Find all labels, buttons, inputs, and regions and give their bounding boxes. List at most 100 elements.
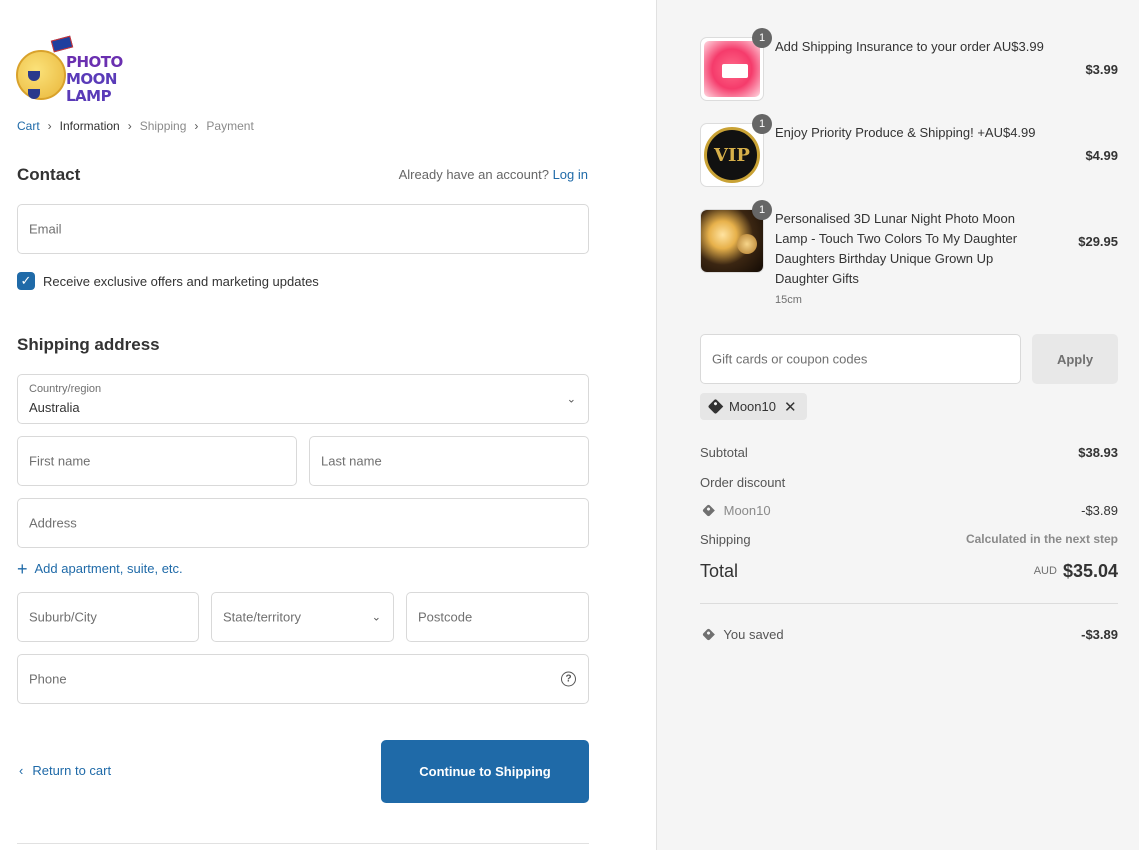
product-name: Personalised 3D Lunar Night Photo Moon L… [775, 211, 1018, 286]
coupon-placeholder: Gift cards or coupon codes [712, 351, 868, 367]
chevron-right-icon: › [47, 119, 52, 133]
product-price: $4.99 [1085, 148, 1118, 163]
logo-text: PHOTO MOON LAMP [66, 54, 156, 105]
email-field[interactable]: Email [17, 204, 589, 254]
applied-discount-chip: Moon10 ✕ [700, 393, 807, 420]
order-item: VIP 1 Enjoy Priority Produce & Shipping!… [700, 114, 1118, 187]
logo-line2: MOON LAMP [66, 70, 117, 105]
order-discount-row: Order discount [700, 475, 1118, 490]
quantity-badge: 1 [752, 114, 772, 134]
city-field[interactable]: Suburb/City [17, 592, 199, 642]
chevron-left-icon: ‹ [19, 763, 24, 778]
product-price: $3.99 [1085, 62, 1118, 77]
last-name-placeholder: Last name [321, 453, 382, 469]
contact-heading: Contact [17, 165, 81, 184]
shipping-row: Shipping Calculated in the next step [700, 532, 1118, 547]
account-prompt: Already have an account? Log in [399, 167, 588, 182]
marketing-label: Receive exclusive offers and marketing u… [43, 273, 319, 289]
total-row: Total AUD $35.04 [700, 561, 1118, 587]
total-value: $35.04 [1062, 561, 1118, 581]
address-field[interactable]: Address [17, 498, 589, 548]
product-price: $29.95 [1078, 234, 1118, 249]
tag-icon [702, 504, 715, 517]
chevron-right-icon: › [194, 119, 199, 133]
address-placeholder: Address [29, 515, 77, 531]
logo-line1: PHOTO [66, 53, 123, 71]
postcode-placeholder: Postcode [418, 609, 473, 625]
breadcrumb-information: Information [59, 119, 120, 133]
product-thumbnail: VIP 1 [700, 114, 772, 187]
postcode-field[interactable]: Postcode [406, 592, 589, 642]
order-item: 1 Personalised 3D Lunar Night Photo Moon… [700, 200, 1118, 309]
tag-icon [707, 398, 724, 415]
total-currency: AUD [1033, 565, 1057, 577]
shipping-value: Calculated in the next step [965, 532, 1118, 546]
product-name: Enjoy Priority Produce & Shipping! +AU$4… [775, 125, 1036, 140]
coupon-code-input[interactable]: Gift cards or coupon codes [700, 334, 1021, 384]
country-label: Country/region [29, 383, 102, 395]
return-to-cart-link[interactable]: ‹ Return to cart [19, 763, 111, 778]
moon-lamp-image [701, 210, 763, 272]
add-apartment-label: Add apartment, suite, etc. [34, 561, 183, 576]
product-name: Add Shipping Insurance to your order AU$… [775, 39, 1044, 54]
product-variant: 15cm [775, 294, 802, 306]
phone-field[interactable]: Phone ? [17, 654, 589, 704]
total-amount: AUD $35.04 [1034, 561, 1118, 582]
continue-to-shipping-button[interactable]: Continue to Shipping [381, 740, 589, 803]
breadcrumb-payment: Payment [206, 119, 254, 133]
quantity-badge: 1 [752, 28, 772, 48]
country-select[interactable]: Country/region Australia ⌄ [17, 374, 589, 424]
phone-placeholder: Phone [29, 671, 67, 687]
divider [700, 603, 1118, 604]
saved-value: -$3.89 [1081, 627, 1118, 642]
breadcrumb: Cart › Information › Shipping › Payment [17, 119, 254, 133]
discount-code-row: Moon10 -$3.89 [700, 503, 1118, 518]
quantity-badge: 1 [752, 200, 772, 220]
product-thumbnail: 1 [700, 200, 772, 273]
saved-label: You saved [723, 627, 784, 642]
country-value: Australia [29, 400, 80, 415]
state-placeholder: State/territory [223, 609, 302, 625]
email-placeholder: Email [29, 221, 62, 237]
first-name-placeholder: First name [29, 453, 91, 469]
store-logo[interactable]: PHOTO MOON LAMP [16, 35, 156, 105]
shipping-insurance-image [704, 41, 760, 97]
checkout-form-panel: PHOTO MOON LAMP Cart › Information › Shi… [0, 0, 656, 850]
plus-icon: + [17, 558, 28, 579]
account-prompt-text: Already have an account? [398, 167, 549, 182]
shipping-address-heading: Shipping address [17, 335, 160, 354]
return-label: Return to cart [32, 763, 112, 778]
first-name-field[interactable]: First name [17, 436, 297, 486]
close-icon[interactable]: ✕ [784, 398, 797, 416]
breadcrumb-cart[interactable]: Cart [17, 119, 40, 133]
subtotal-value: $38.93 [1078, 445, 1118, 460]
apply-button[interactable]: Apply [1032, 334, 1118, 384]
shipping-label: Shipping [700, 532, 751, 547]
discount-label: Order discount [700, 475, 786, 490]
order-summary-panel: 1 Add Shipping Insurance to your order A… [656, 0, 1139, 850]
login-link[interactable]: Log in [553, 167, 588, 182]
subtotal-label: Subtotal [700, 445, 748, 460]
discount-code: Moon10 [723, 503, 771, 518]
order-item: 1 Add Shipping Insurance to your order A… [700, 28, 1118, 101]
chevron-down-icon: ⌄ [566, 393, 576, 406]
checkbox-checked-icon[interactable]: ✓ [17, 272, 35, 290]
state-select[interactable]: State/territory ⌄ [211, 592, 394, 642]
chevron-down-icon: ⌄ [371, 611, 381, 624]
subtotal-row: Subtotal $38.93 [700, 445, 1118, 460]
breadcrumb-shipping: Shipping [139, 119, 187, 133]
sunglasses-icon [28, 68, 56, 99]
vip-text: VIP [714, 144, 750, 166]
marketing-opt-in[interactable]: ✓ Receive exclusive offers and marketing… [17, 272, 319, 290]
product-thumbnail: 1 [700, 28, 772, 101]
applied-code: Moon10 [729, 399, 776, 414]
discount-value: -$3.89 [1081, 503, 1118, 518]
tag-icon [702, 628, 715, 641]
question-mark-icon[interactable]: ? [561, 671, 576, 687]
add-apartment-link[interactable]: + Add apartment, suite, etc. [17, 558, 183, 579]
savings-row: You saved -$3.89 [700, 627, 1118, 642]
vip-badge-image: VIP [704, 127, 760, 183]
last-name-field[interactable]: Last name [309, 436, 589, 486]
city-placeholder: Suburb/City [29, 609, 97, 625]
truck-icon [722, 64, 748, 78]
